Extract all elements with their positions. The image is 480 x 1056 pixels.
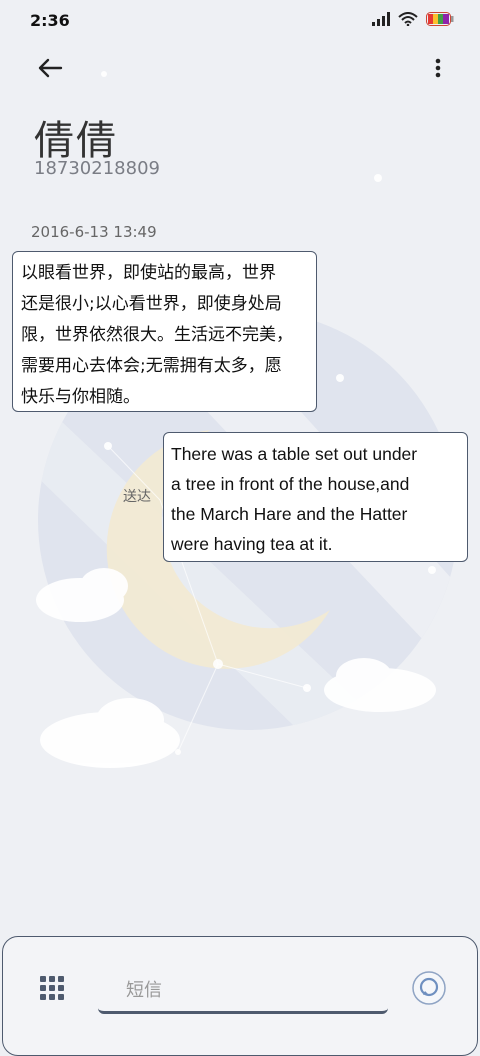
message-line: were having tea at it. bbox=[171, 534, 333, 554]
message-line: 以眼看世界，即使站的最高，世界 bbox=[21, 263, 276, 283]
send-bubble-icon bbox=[412, 971, 446, 1005]
message-line: 快乐与你相随。 bbox=[21, 387, 140, 407]
more-options-button[interactable] bbox=[428, 50, 448, 86]
grid-apps-icon bbox=[40, 976, 64, 1000]
delivery-status: 送达 bbox=[123, 489, 151, 505]
message-line: 需要用心去体会;无需拥有太多，愿 bbox=[21, 356, 282, 376]
message-line: the March Hare and the Hatter bbox=[171, 504, 408, 524]
arrow-left-icon bbox=[38, 58, 63, 78]
message-line: 还是很小;以心看世界，即使身处局 bbox=[21, 294, 282, 314]
message-line: a tree in front of the house,and bbox=[171, 474, 410, 494]
message-line: There was a table set out under bbox=[171, 444, 418, 464]
attachments-button[interactable] bbox=[40, 976, 64, 1000]
status-icons bbox=[372, 12, 454, 26]
battery-icon bbox=[426, 12, 454, 26]
send-button[interactable] bbox=[411, 970, 447, 1006]
outgoing-message-bubble[interactable]: There was a table set out under a tree i… bbox=[163, 432, 468, 562]
back-button[interactable] bbox=[30, 50, 70, 86]
message-line: 限，世界依然很大。生活远不完美， bbox=[21, 325, 293, 345]
sms-input[interactable] bbox=[98, 970, 388, 1014]
status-time: 2:36 bbox=[30, 11, 70, 30]
wifi-icon bbox=[398, 12, 418, 26]
message-timestamp: 2016-6-13 13:49 bbox=[31, 223, 157, 241]
signal-icon bbox=[372, 12, 390, 26]
contact-number[interactable]: 18730218809 bbox=[34, 158, 160, 179]
more-vert-icon bbox=[435, 58, 441, 78]
incoming-message-bubble[interactable]: 以眼看世界，即使站的最高，世界 还是很小;以心看世界，即使身处局 限，世界依然很… bbox=[12, 251, 317, 412]
status-bar: 2:36 bbox=[0, 0, 480, 40]
